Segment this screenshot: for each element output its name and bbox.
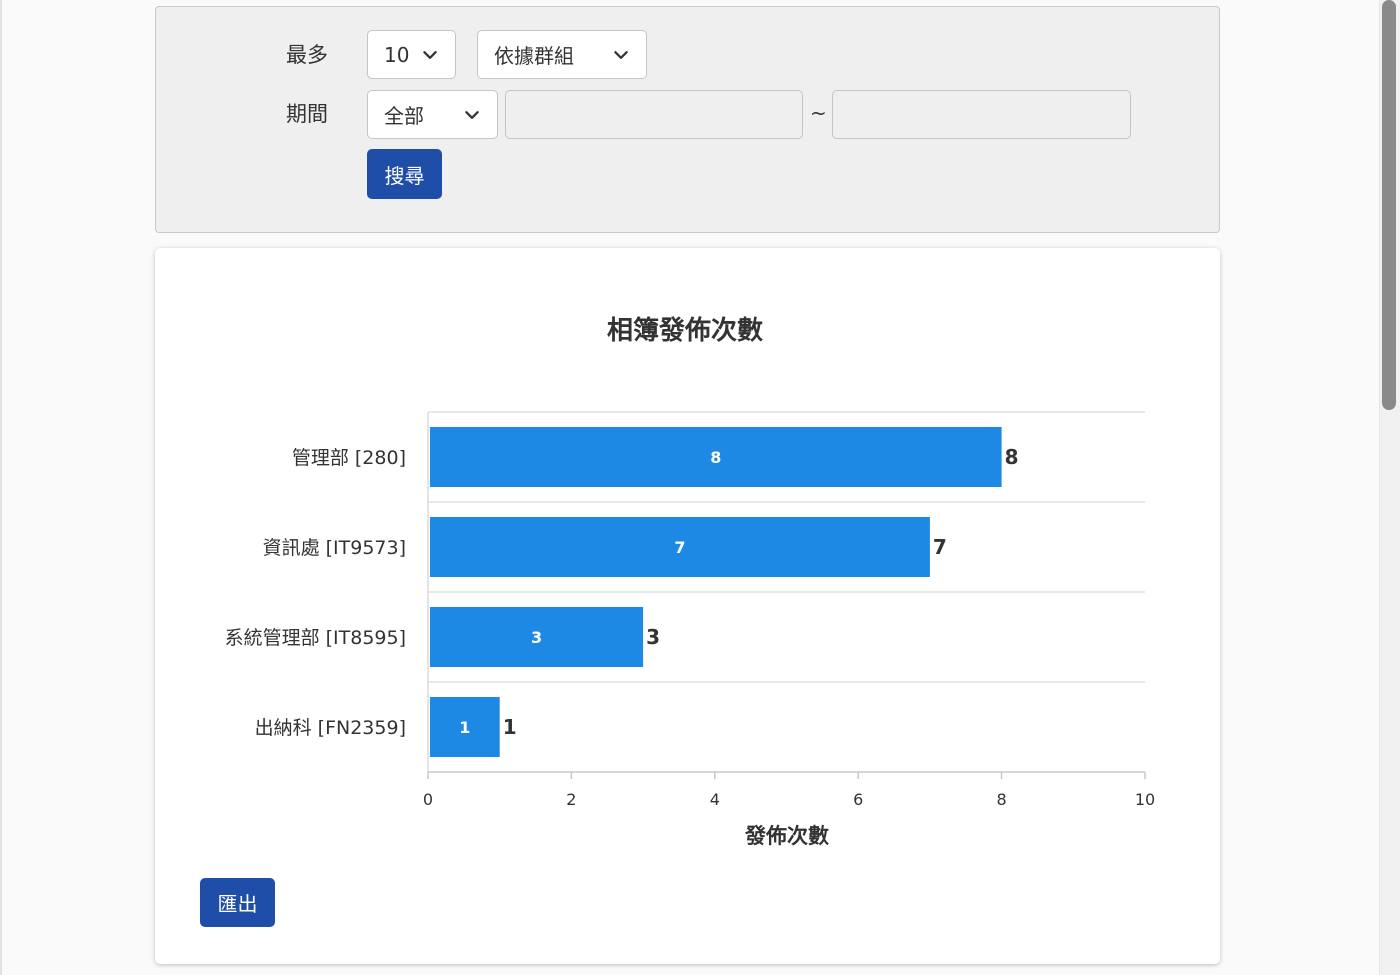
bar-value-label: 1	[459, 718, 470, 737]
date-from-input[interactable]	[505, 90, 803, 139]
chart-x-axis: 0 2 4 6 8 10	[423, 772, 1155, 809]
x-tick-label: 4	[710, 790, 720, 809]
bar-end-label: 8	[1005, 445, 1019, 469]
group-by-select[interactable]: 依據群組	[477, 30, 647, 79]
max-count-select[interactable]: 10	[367, 30, 456, 79]
period-value: 全部	[384, 104, 424, 128]
category-label: 管理部 [280]	[292, 447, 406, 469]
x-axis-label: 發佈次數	[744, 824, 829, 848]
chevron-down-icon	[423, 50, 437, 59]
bar-value-label: 7	[674, 538, 685, 557]
max-label: 最多	[286, 43, 328, 67]
bar-end-label: 1	[503, 715, 517, 739]
bar-chart: 相簿發佈次數 8 8 管理部 [280] 7 7 資訊處 [IT9573] 3 3 系統管理部 …	[225, 315, 1156, 848]
x-tick-label: 0	[423, 790, 433, 809]
scrollbar-thumb[interactable]	[1382, 0, 1396, 410]
chart-card: 相簿發佈次數 8 8 管理部 [280] 7 7 資訊處 [IT9573] 3 3 系統管理部 …	[155, 248, 1220, 964]
bar-value-label: 3	[531, 628, 542, 647]
chart-title: 相簿發佈次數	[607, 315, 763, 346]
chevron-down-icon	[465, 110, 479, 119]
export-button[interactable]: 匯出	[200, 878, 275, 927]
x-tick-label: 10	[1135, 790, 1155, 809]
x-tick-label: 2	[566, 790, 576, 809]
x-tick-label: 6	[853, 790, 863, 809]
category-label: 系統管理部 [IT8595]	[225, 627, 406, 649]
category-label: 資訊處 [IT9573]	[263, 537, 406, 559]
category-label: 出納科 [FN2359]	[255, 717, 406, 739]
max-count-value: 10	[384, 42, 410, 67]
period-label: 期間	[286, 102, 328, 126]
x-tick-label: 8	[997, 790, 1007, 809]
group-by-value: 依據群組	[494, 44, 574, 68]
bar-end-label: 7	[933, 535, 947, 559]
search-panel: 最多 10 依據群組 期間 全部 ~ 搜尋	[155, 6, 1220, 233]
chevron-down-icon	[614, 50, 628, 59]
page-edge	[0, 0, 2, 975]
period-select[interactable]: 全部	[367, 90, 498, 139]
bar-end-label: 3	[646, 625, 660, 649]
bar-value-label: 8	[710, 448, 721, 467]
search-button[interactable]: 搜尋	[367, 149, 442, 199]
date-to-input[interactable]	[832, 90, 1131, 139]
range-separator: ~	[810, 101, 827, 125]
